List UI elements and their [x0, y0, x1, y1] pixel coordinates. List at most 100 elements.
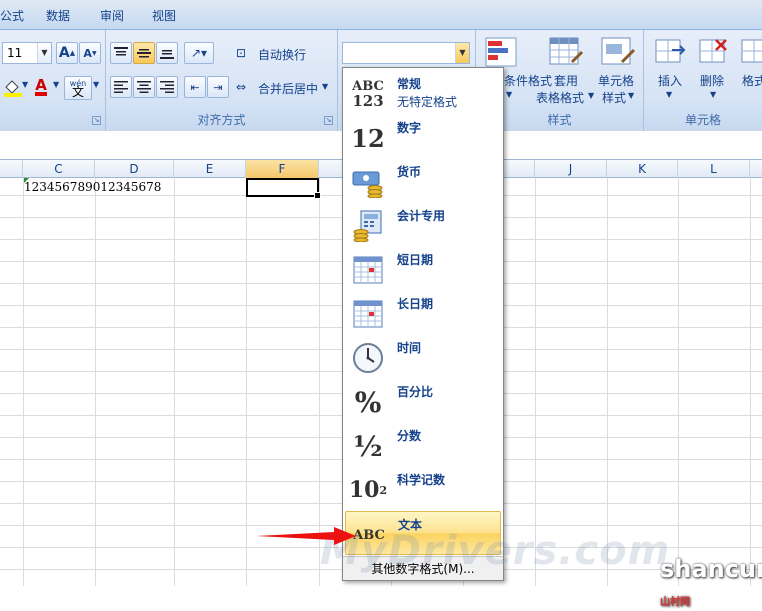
column-header-f[interactable]: F	[246, 160, 319, 178]
chevron-down-icon[interactable]: ▼	[322, 82, 328, 91]
align-bottom-button[interactable]	[156, 42, 178, 64]
red-arrow-icon	[256, 527, 356, 545]
column-header-c[interactable]: C	[23, 160, 95, 178]
cell-c1-value[interactable]: 123456789012345678	[24, 180, 161, 194]
active-cell-f1[interactable]	[246, 178, 321, 199]
align-left-icon	[114, 81, 128, 93]
cell-styles-label-2[interactable]: 样式	[602, 89, 626, 106]
wrap-text-label: 自动换行	[258, 48, 307, 62]
number-format-combo[interactable]: ▼	[342, 42, 470, 64]
font-size-combo[interactable]: 11 ▼	[2, 42, 52, 64]
chevron-down-icon[interactable]: ▼	[22, 80, 28, 89]
font-dialog-launcher[interactable]: ↘	[92, 116, 101, 125]
column-header-k[interactable]: K	[607, 160, 678, 178]
delete-graphic	[699, 39, 727, 63]
grid-line	[174, 178, 175, 586]
delete-cells-label[interactable]: 删除	[700, 72, 724, 89]
tab-review[interactable]: 审阅	[100, 7, 124, 24]
cells-group-label: 单元格	[684, 113, 721, 127]
grid-line	[246, 178, 247, 586]
accounting-icon	[351, 209, 385, 243]
align-top-button[interactable]	[110, 42, 132, 64]
format-cells-icon[interactable]	[740, 36, 762, 68]
menu-item-percentage[interactable]: % 百分比	[345, 379, 501, 423]
calendar-icon	[351, 297, 385, 331]
column-header-e[interactable]: E	[174, 160, 246, 178]
cell-styles-label-1[interactable]: 单元格	[598, 72, 634, 89]
alignment-dialog-launcher[interactable]: ↘	[324, 116, 333, 125]
column-header-j[interactable]: J	[535, 160, 607, 178]
insert-cells-label[interactable]: 插入	[658, 72, 682, 89]
merge-center-icon: ⇔	[236, 80, 247, 94]
decrease-indent-button[interactable]: ⇤	[184, 76, 206, 98]
menu-item-long-date[interactable]: 长日期	[345, 291, 501, 335]
menu-item-number[interactable]: 12 数字	[345, 115, 501, 159]
orientation-button[interactable]: ↗▾	[184, 42, 214, 64]
menu-item-title: 会计专用	[397, 209, 446, 223]
menu-item-title: 百分比	[397, 385, 434, 399]
chevron-down-icon[interactable]: ▼	[455, 43, 469, 63]
insert-cells-icon[interactable]	[654, 36, 686, 68]
logo-text: shancun	[660, 555, 762, 583]
font-color-button[interactable]: A	[30, 76, 52, 98]
align-right-button[interactable]	[156, 76, 178, 98]
font-color-icon: A	[35, 76, 47, 96]
phonetic-guide-button[interactable]: wén 文	[64, 76, 92, 100]
chevron-down-icon[interactable]: ▼	[506, 90, 512, 99]
format-as-table-label-2[interactable]: 表格格式	[536, 89, 584, 106]
watermark-text: MyDrivers.com	[320, 528, 671, 574]
format-as-table-label-1[interactable]: 套用	[554, 72, 578, 89]
currency-icon	[351, 165, 385, 199]
paint-bucket-icon	[4, 80, 22, 97]
grid-line	[23, 178, 24, 586]
conditional-format-label[interactable]: 条件格式	[504, 72, 552, 89]
menu-item-accounting[interactable]: 会计专用	[345, 203, 501, 247]
format-as-table-icon[interactable]	[548, 36, 584, 70]
grow-font-label: A	[58, 45, 70, 61]
chevron-down-icon[interactable]: ▼	[588, 91, 594, 100]
chevron-down-icon[interactable]: ▼	[666, 90, 672, 99]
align-top-icon	[114, 47, 128, 56]
format-cells-label[interactable]: 格式	[742, 72, 762, 89]
tab-data[interactable]: 数据	[46, 7, 70, 24]
grid-line	[678, 178, 679, 586]
tab-formulas[interactable]: 公式	[0, 7, 24, 24]
grid-line	[607, 178, 608, 586]
menu-item-short-date[interactable]: 短日期	[345, 247, 501, 291]
scientific-icon: 10 2	[348, 477, 388, 503]
orientation-icon: ↗▾	[190, 46, 208, 60]
shrink-font-label: A	[83, 46, 92, 60]
font-group: 11 ▼ A ▲ A ▼ ▼ A ▼ wén 文 ▼ ↘	[0, 30, 106, 131]
menu-item-time[interactable]: 时间	[345, 335, 501, 379]
chevron-down-icon[interactable]: ▼	[53, 80, 59, 89]
select-all-corner[interactable]	[0, 160, 23, 178]
cond-format-graphic	[485, 37, 517, 67]
chevron-down-icon[interactable]: ▼	[93, 80, 99, 89]
column-header-l[interactable]: L	[678, 160, 750, 178]
menu-item-scientific[interactable]: 10 2 科学记数	[345, 467, 501, 511]
align-left-button[interactable]	[110, 76, 132, 98]
cell-styles-icon[interactable]	[600, 36, 636, 70]
cell-styles-graphic	[601, 37, 636, 65]
grow-font-button[interactable]: A ▲	[56, 42, 78, 64]
chevron-down-icon[interactable]: ▼	[37, 43, 51, 63]
decrease-indent-icon: ⇤	[190, 80, 200, 94]
align-center-button[interactable]	[133, 76, 155, 98]
delete-cells-icon[interactable]	[698, 36, 730, 68]
chevron-down-icon[interactable]: ▼	[628, 91, 634, 100]
shrink-font-button[interactable]: A ▼	[79, 42, 101, 64]
conditional-format-icon[interactable]	[484, 36, 524, 70]
phonetic-char: 文	[71, 85, 84, 99]
column-header-d[interactable]: D	[95, 160, 174, 178]
font-size-value: 11	[7, 46, 23, 60]
table-graphic	[549, 37, 584, 65]
tab-view[interactable]: 视图	[152, 7, 176, 24]
chevron-down-icon[interactable]: ▼	[710, 90, 716, 99]
menu-item-general[interactable]: ABC 123 常规 无特定格式	[345, 71, 501, 115]
percent-icon: %	[354, 385, 382, 419]
increase-indent-icon: ⇥	[213, 80, 223, 94]
increase-indent-button[interactable]: ⇥	[207, 76, 229, 98]
align-middle-button[interactable]	[133, 42, 155, 64]
menu-item-fraction[interactable]: ½ 分数	[345, 423, 501, 467]
menu-item-currency[interactable]: 货币	[345, 159, 501, 203]
